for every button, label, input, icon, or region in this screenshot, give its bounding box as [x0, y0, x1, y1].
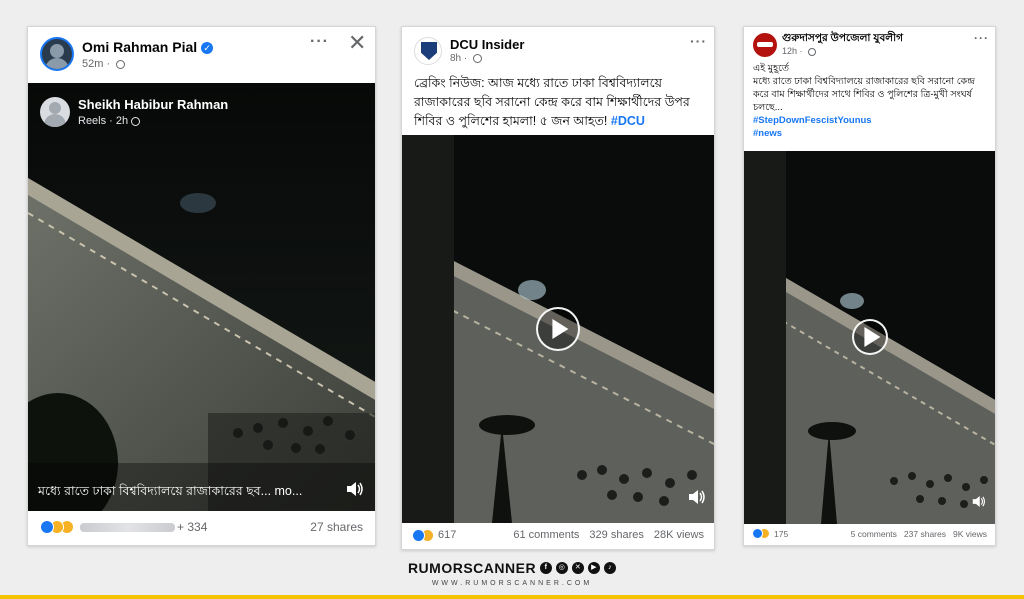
brand-url[interactable]: WWW.RUMORSCANNER.COM [0, 580, 1024, 587]
more-options-icon[interactable]: ··· [974, 31, 989, 45]
play-button-icon[interactable] [536, 307, 580, 351]
youtube-icon[interactable]: ▶ [588, 562, 601, 574]
post-body: মধ্যে রাতে ঢাকা বিশ্ববিদ্যালয়ে রাজাকারে… [753, 76, 975, 113]
author-name[interactable]: Omi Rahman Pial [82, 39, 197, 55]
globe-icon [808, 47, 817, 56]
post-time[interactable]: 52m [82, 58, 103, 70]
blurred-reactor-names [80, 522, 175, 532]
brand-footer: RUMORSCANNER f ◎ ✕ ▶ ♪ WWW.RUMORSCANNER.… [0, 560, 1024, 587]
post-footer: 175 5 comments 237 shares 9K views [744, 522, 995, 545]
author-avatar[interactable] [414, 37, 442, 65]
post-video[interactable] [744, 151, 995, 524]
more-options-icon[interactable]: ··· [690, 33, 707, 49]
view-count: 28K views [653, 529, 704, 541]
shared-author-name[interactable]: Sheikh Habibur Rahman [78, 97, 228, 112]
like-reaction-icon[interactable] [40, 520, 54, 534]
close-icon[interactable]: ✕ [348, 30, 367, 56]
share-count[interactable]: 27 shares [310, 520, 363, 534]
comment-count[interactable]: 5 comments [851, 529, 897, 539]
author-name-row[interactable]: Omi Rahman Pial ✓ [82, 39, 214, 55]
more-options-icon[interactable]: ··· [310, 33, 329, 51]
globe-icon [116, 59, 126, 69]
post-card-omi: Omi Rahman Pial ✓ 52m · ··· ✕ Sheikh Hab… [27, 26, 376, 546]
like-reaction-icon[interactable] [752, 528, 763, 539]
video-frame [28, 83, 375, 511]
like-reaction-icon[interactable] [412, 528, 425, 542]
instagram-icon[interactable]: ◎ [556, 562, 569, 574]
brand-name: RUMORSCANNER [407, 560, 537, 576]
post-meta: 52m · [82, 58, 126, 70]
globe-icon [131, 116, 141, 126]
post-body: ব্রেকিং নিউজ: আজ মধ্যে রাতে ঢাকা বিশ্ববি… [414, 76, 690, 128]
share-count[interactable]: 329 shares [589, 529, 643, 541]
author-avatar[interactable] [40, 37, 74, 71]
reel-caption[interactable]: মধ্যে রাতে ঢাকা বিশ্ববিদ্যালয়ে রাজাকারে… [38, 483, 302, 503]
brand-row: RUMORSCANNER f ◎ ✕ ▶ ♪ [407, 560, 617, 576]
post-video[interactable] [402, 135, 714, 523]
comment-count[interactable]: 61 comments [513, 529, 579, 541]
author-name[interactable]: DCU Insider [450, 37, 524, 52]
reaction-count[interactable]: + 334 [177, 520, 207, 534]
post-text: এই মুহূর্তে মধ্যে রাতে ঢাকা বিশ্ববিদ্যাল… [753, 62, 991, 140]
post-card-dcu: DCU Insider 8h · ··· ব্রেকিং নিউজ: আজ মধ… [401, 26, 715, 550]
post-footer: + 334 27 shares [28, 509, 375, 545]
post-text: ব্রেকিং নিউজ: আজ মধ্যে রাতে ঢাকা বিশ্ববি… [414, 74, 709, 131]
speaker-icon[interactable] [346, 481, 364, 497]
shared-meta-text: Reels · 2h [78, 115, 129, 127]
post-time[interactable]: 8h [450, 53, 461, 64]
shared-meta: Reels · 2h [78, 115, 141, 127]
play-button-icon[interactable] [852, 319, 888, 355]
verified-badge-icon: ✓ [201, 42, 214, 55]
hashtag-dcu[interactable]: #DCU [611, 114, 645, 128]
speaker-icon[interactable] [688, 489, 706, 505]
hashtag-news[interactable]: #news [753, 127, 991, 140]
reaction-count[interactable]: 175 [774, 529, 788, 539]
post-footer: 617 61 comments 329 shares 28K views [402, 521, 714, 549]
author-avatar[interactable] [753, 33, 777, 57]
globe-icon [473, 53, 483, 63]
post-meta: 8h · [450, 53, 483, 64]
reaction-count[interactable]: 617 [438, 529, 456, 541]
shared-author-avatar[interactable] [40, 97, 70, 127]
facebook-icon[interactable]: f [540, 562, 553, 574]
post-meta: 12h · [782, 46, 817, 56]
brand-accent-bar [0, 595, 1024, 599]
share-count[interactable]: 237 shares [904, 529, 946, 539]
post-time[interactable]: 12h [782, 46, 797, 56]
x-icon[interactable]: ✕ [572, 562, 585, 574]
reel-video[interactable]: Sheikh Habibur Rahman Reels · 2h মধ্যে র… [28, 83, 375, 511]
speaker-icon[interactable] [972, 495, 986, 508]
post-line1: এই মুহূর্তে [753, 63, 790, 74]
post-card-jubo-league: গুরুদাসপুর উপজেলা যুবলীগ 12h · ··· এই মু… [743, 26, 996, 546]
view-count: 9K views [952, 528, 987, 539]
tiktok-icon[interactable]: ♪ [604, 562, 617, 574]
hashtag-stepdown[interactable]: #StepDownFescistYounus [753, 114, 991, 127]
